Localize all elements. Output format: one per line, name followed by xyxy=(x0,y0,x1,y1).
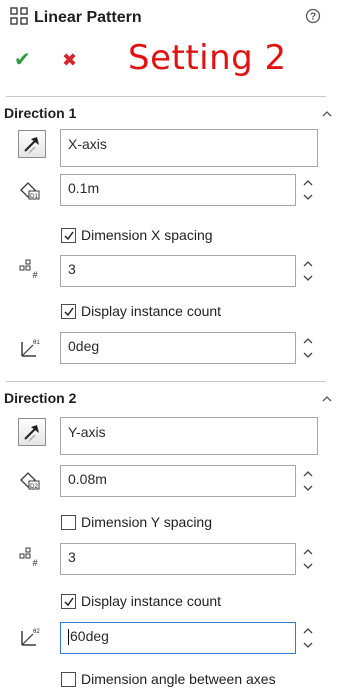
direction1-angle-field[interactable]: 0deg xyxy=(60,332,296,364)
direction-arrow-icon[interactable] xyxy=(18,130,46,158)
spinner-icon[interactable] xyxy=(302,625,314,651)
accept-icon[interactable]: ✔ xyxy=(14,50,31,70)
dimension-y-spacing-row[interactable]: Dimension Y spacing xyxy=(61,514,212,530)
dimension-angle-checkbox[interactable] xyxy=(61,671,76,687)
direction2-instances-field[interactable]: 3 xyxy=(60,543,296,575)
svg-text:θ2: θ2 xyxy=(33,629,40,635)
help-icon[interactable]: ? xyxy=(305,8,321,24)
direction2-heading[interactable]: Direction 2 xyxy=(4,390,76,406)
direction2-angle-value: 60deg xyxy=(70,628,109,644)
cancel-icon[interactable]: ✖ xyxy=(62,50,77,70)
direction2-spacing-field[interactable]: 0.08m xyxy=(60,465,296,497)
svg-text:θ1: θ1 xyxy=(33,340,40,346)
spinner-icon[interactable] xyxy=(302,177,314,203)
display-instance-count-row-2[interactable]: Display instance count xyxy=(61,593,221,609)
direction2-angle-field[interactable]: 60deg xyxy=(60,622,296,654)
dimension-angle-row[interactable]: Dimension angle between axes xyxy=(61,671,276,687)
direction2-reference-field[interactable]: Y-axis xyxy=(60,417,318,455)
spinner-icon[interactable] xyxy=(302,258,314,284)
dimension-y-spacing-label: Dimension Y spacing xyxy=(81,514,213,530)
direction1-heading[interactable]: Direction 1 xyxy=(4,105,76,121)
collapse-icon[interactable] xyxy=(322,110,332,118)
linear-pattern-icon xyxy=(10,7,28,25)
direction1-reference-field[interactable]: X-axis xyxy=(60,129,318,167)
instances-icon: # xyxy=(19,547,38,568)
dimension-x-spacing-label: Dimension X spacing xyxy=(81,227,213,243)
svg-text:?: ? xyxy=(310,12,316,23)
display-instance-count-label-2: Display instance count xyxy=(81,593,222,609)
direction2-divider xyxy=(6,381,326,383)
svg-text:#: # xyxy=(32,270,37,280)
direction1-divider xyxy=(6,96,326,98)
display-instance-count-row-1[interactable]: Display instance count xyxy=(61,303,221,319)
dimension-y-spacing-checkbox[interactable] xyxy=(61,514,76,530)
dimension-x-spacing-checkbox[interactable] xyxy=(61,227,76,243)
spacing-icon: D2 xyxy=(20,472,40,490)
instances-icon: # xyxy=(19,259,38,280)
display-instance-count-checkbox-1[interactable] xyxy=(61,303,76,319)
direction1-instances-field[interactable]: 3 xyxy=(60,255,296,287)
direction1-spacing-field[interactable]: 0.1m xyxy=(60,174,296,206)
dimension-angle-label: Dimension angle between axes xyxy=(81,671,276,687)
display-instance-count-checkbox-2[interactable] xyxy=(61,593,76,609)
dimension-x-spacing-row[interactable]: Dimension X spacing xyxy=(61,227,213,243)
annotation-label: Setting 2 xyxy=(128,38,287,78)
spinner-icon[interactable] xyxy=(302,335,314,361)
collapse-icon[interactable] xyxy=(322,395,332,403)
spacing-icon: D1 xyxy=(20,182,40,200)
angle-icon: θ2 xyxy=(21,629,40,646)
svg-text:D2: D2 xyxy=(30,484,38,490)
svg-text:#: # xyxy=(32,558,37,568)
text-caret xyxy=(68,629,69,646)
direction-arrow-icon[interactable] xyxy=(18,418,46,446)
angle-icon: θ1 xyxy=(21,340,40,357)
feature-title: Linear Pattern xyxy=(34,9,142,26)
property-manager-panel: Linear Pattern ? ✔ ✖ Setting 2 Direction… xyxy=(0,0,339,697)
svg-text:D1: D1 xyxy=(30,194,38,200)
spinner-icon[interactable] xyxy=(302,546,314,572)
spinner-icon[interactable] xyxy=(302,468,314,494)
display-instance-count-label-1: Display instance count xyxy=(81,303,222,319)
